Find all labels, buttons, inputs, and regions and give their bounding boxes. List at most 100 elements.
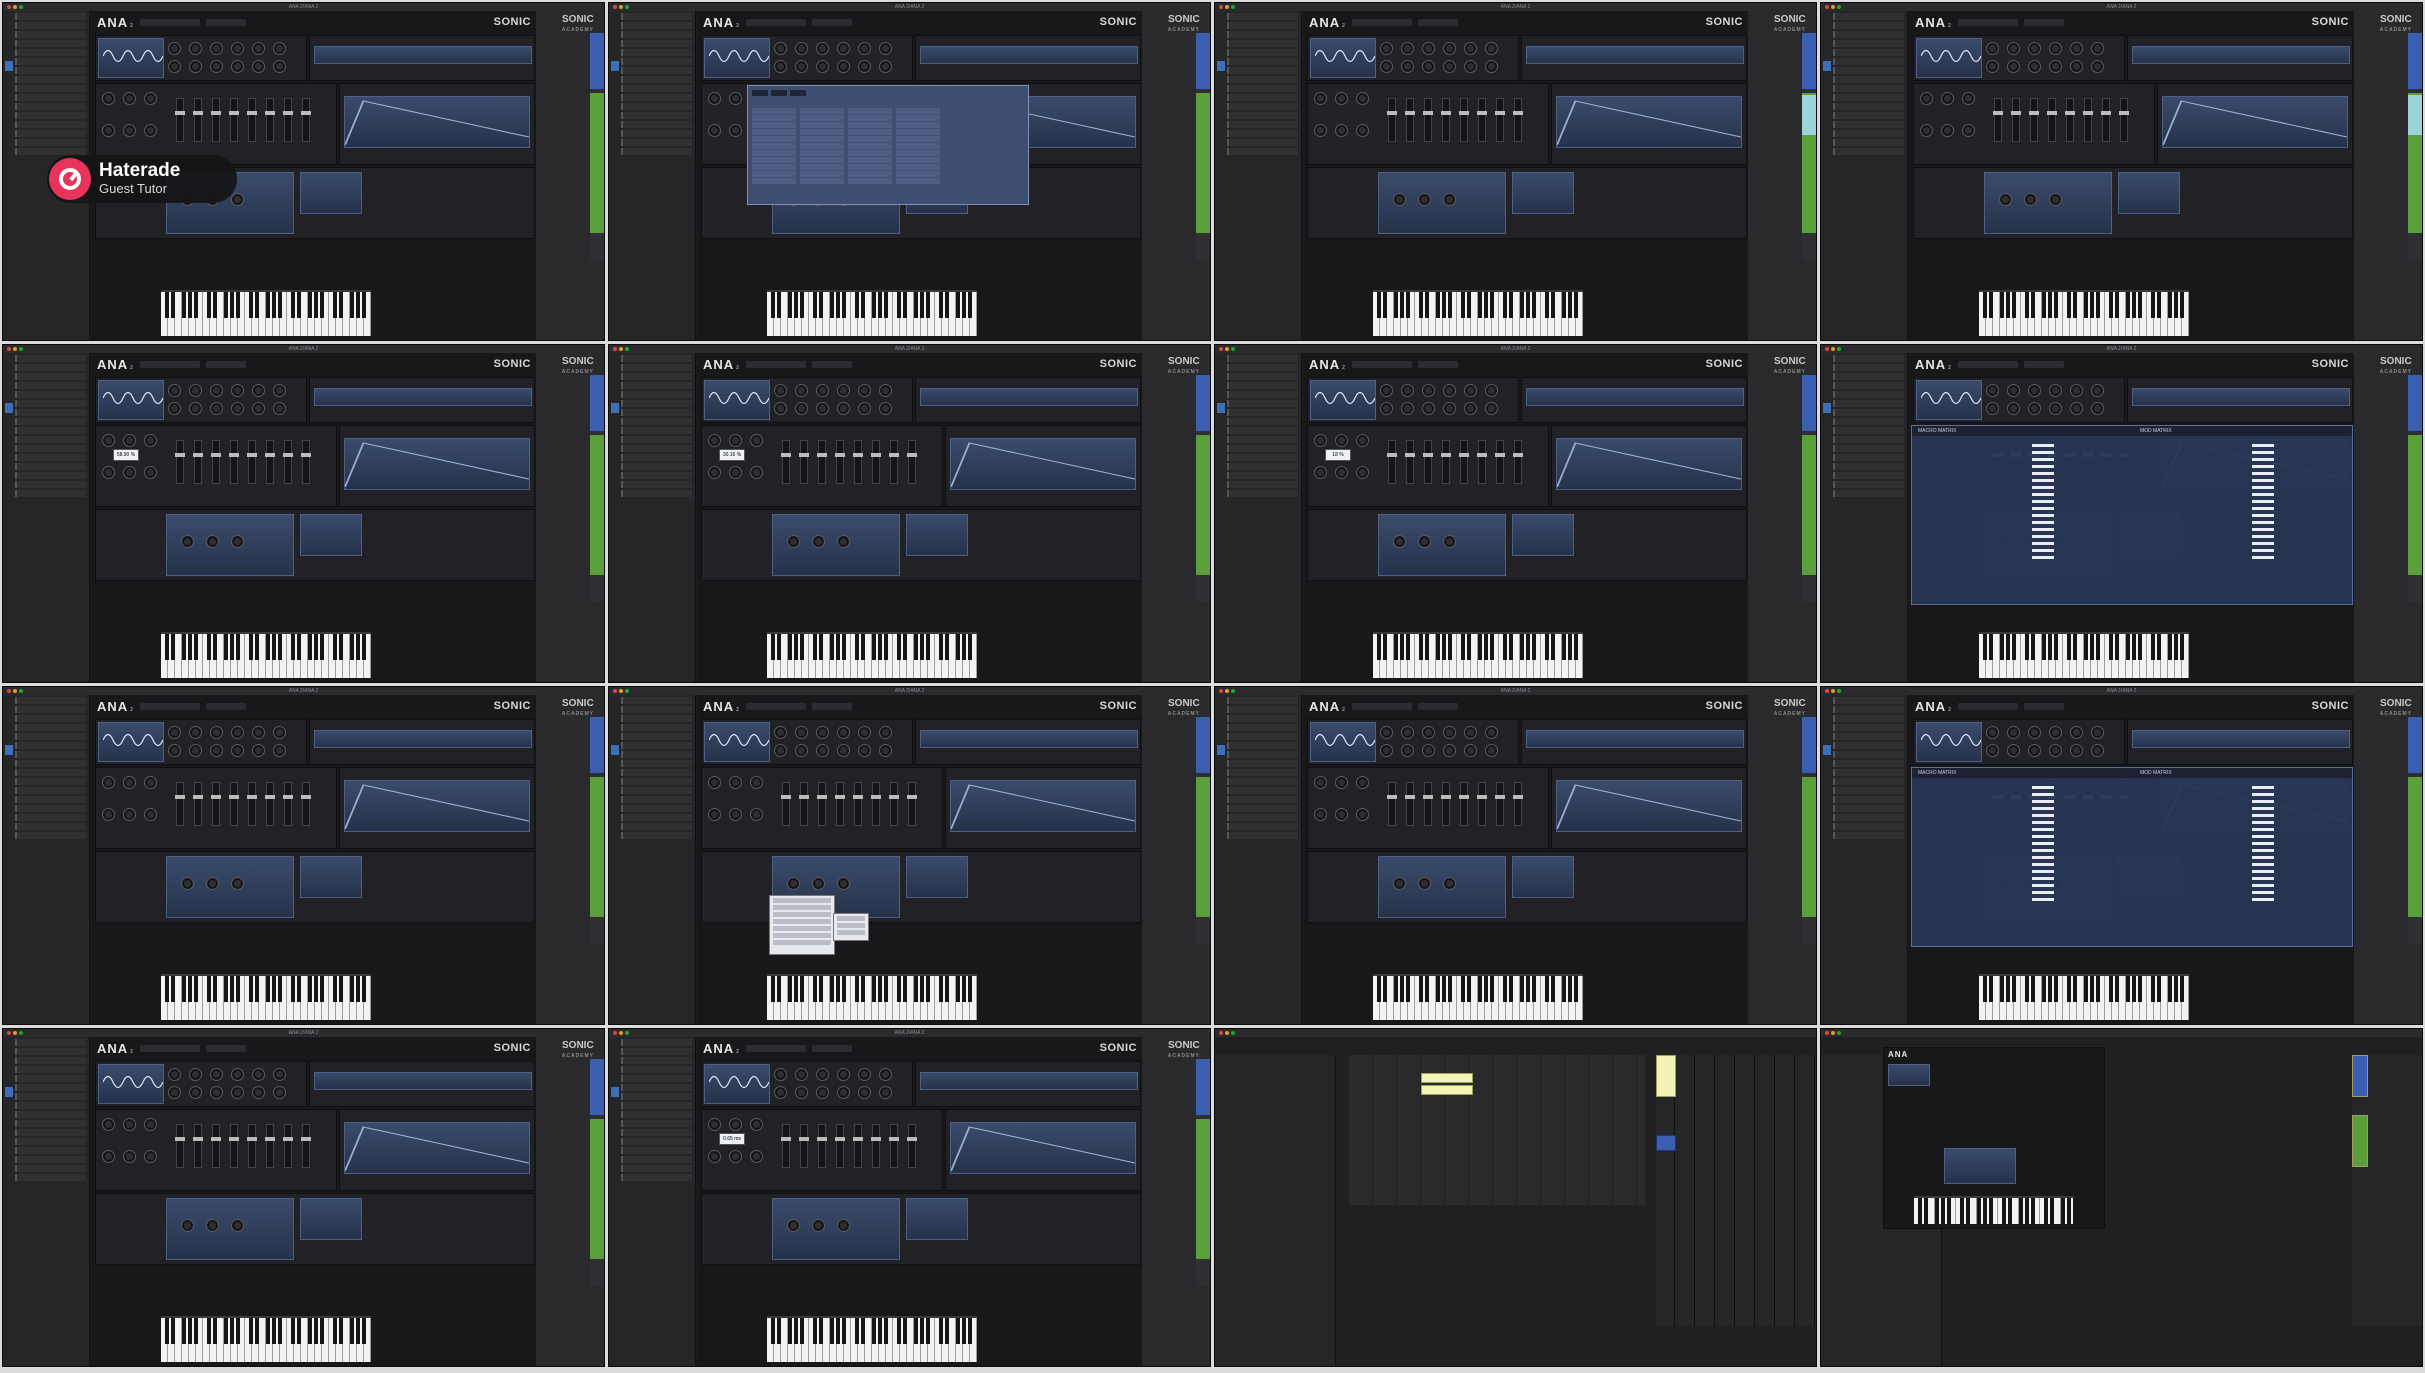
daw-browser-panel[interactable] bbox=[1821, 695, 1908, 1024]
osc-knob[interactable] bbox=[2007, 402, 2020, 415]
osc-knob[interactable] bbox=[858, 1086, 871, 1099]
piano-keyboard[interactable] bbox=[1979, 974, 2189, 1020]
browser-item[interactable] bbox=[621, 724, 692, 731]
filter-knob[interactable] bbox=[102, 776, 115, 789]
fx-knob[interactable] bbox=[812, 535, 825, 548]
fx-knob[interactable] bbox=[231, 535, 244, 548]
env-fader[interactable] bbox=[889, 440, 899, 484]
browser-item[interactable] bbox=[1227, 445, 1298, 452]
daw-browser-panel[interactable] bbox=[1215, 1055, 1336, 1366]
filter-knob[interactable] bbox=[750, 1150, 763, 1163]
env-fader[interactable] bbox=[1513, 440, 1523, 484]
amount-bar[interactable] bbox=[2252, 500, 2274, 503]
browser-item[interactable] bbox=[1227, 400, 1298, 407]
filter-knob[interactable] bbox=[102, 434, 115, 447]
env-fader[interactable] bbox=[265, 98, 275, 142]
track-clip-blue[interactable] bbox=[1196, 33, 1210, 89]
filter-knob[interactable] bbox=[123, 776, 136, 789]
fx-knob[interactable] bbox=[787, 877, 800, 890]
amount-bar[interactable] bbox=[2032, 814, 2054, 817]
browser-item[interactable] bbox=[621, 1174, 692, 1181]
piano-keyboard[interactable] bbox=[767, 632, 977, 678]
env-fader[interactable] bbox=[211, 1124, 221, 1168]
browser-item[interactable] bbox=[1227, 481, 1298, 488]
daw-browser-panel[interactable] bbox=[1215, 695, 1302, 1024]
osc-knob[interactable] bbox=[189, 402, 202, 415]
browser-item[interactable] bbox=[621, 103, 692, 110]
track-clip-blue[interactable] bbox=[1196, 1059, 1210, 1115]
piano-keyboard[interactable] bbox=[161, 632, 371, 678]
effects-display[interactable] bbox=[772, 1198, 900, 1260]
preset-selector[interactable] bbox=[745, 1044, 806, 1052]
filter-knob[interactable] bbox=[144, 92, 157, 105]
effects-display[interactable] bbox=[1944, 1148, 2016, 1184]
browser-item[interactable] bbox=[1227, 769, 1298, 776]
osc-knob[interactable] bbox=[816, 744, 829, 757]
browser-item[interactable] bbox=[621, 796, 692, 803]
browser-item[interactable] bbox=[1833, 796, 1904, 803]
env-fader[interactable] bbox=[1477, 98, 1487, 142]
browser-item[interactable] bbox=[621, 427, 692, 434]
waveform-display[interactable] bbox=[98, 38, 164, 78]
preset-selector[interactable] bbox=[1957, 360, 2018, 368]
env-fader[interactable] bbox=[871, 782, 881, 826]
amount-bar[interactable] bbox=[2252, 444, 2274, 447]
osc-knob[interactable] bbox=[1443, 402, 1456, 415]
menu-item[interactable] bbox=[837, 930, 865, 935]
filter-knob[interactable] bbox=[1335, 776, 1348, 789]
filter-knob[interactable] bbox=[1335, 434, 1348, 447]
browser-item[interactable] bbox=[1227, 409, 1298, 416]
track-clip-green[interactable] bbox=[1196, 435, 1210, 575]
browser-item[interactable] bbox=[621, 130, 692, 137]
browser-item[interactable] bbox=[1833, 355, 1904, 362]
browser-item[interactable] bbox=[15, 724, 86, 731]
osc-knob[interactable] bbox=[816, 402, 829, 415]
browser-item[interactable] bbox=[15, 1039, 86, 1046]
browser-item[interactable] bbox=[1833, 706, 1904, 713]
env-fader[interactable] bbox=[247, 98, 257, 142]
osc-knob[interactable] bbox=[1380, 384, 1393, 397]
osc-knob[interactable] bbox=[2049, 726, 2062, 739]
osc-knob[interactable] bbox=[231, 60, 244, 73]
browser-item[interactable] bbox=[621, 400, 692, 407]
menu-item[interactable] bbox=[837, 916, 865, 921]
env-fader[interactable] bbox=[265, 1124, 275, 1168]
clip-slot[interactable] bbox=[1656, 1055, 1676, 1097]
osc-knob[interactable] bbox=[774, 42, 787, 55]
filter-knob[interactable] bbox=[1314, 808, 1327, 821]
osc-knob[interactable] bbox=[189, 60, 202, 73]
track-clip-blue[interactable] bbox=[2408, 375, 2422, 431]
filter-knob[interactable] bbox=[729, 466, 742, 479]
browser-item[interactable] bbox=[621, 139, 692, 146]
env-fader[interactable] bbox=[229, 440, 239, 484]
envelope-display[interactable] bbox=[344, 96, 530, 148]
osc-knob[interactable] bbox=[837, 384, 850, 397]
daw-browser-panel[interactable] bbox=[1215, 11, 1302, 340]
browser-item[interactable] bbox=[621, 1138, 692, 1145]
filter-knob[interactable] bbox=[708, 466, 721, 479]
preset-list-item[interactable] bbox=[752, 164, 796, 170]
osc-knob[interactable] bbox=[1401, 402, 1414, 415]
browser-item[interactable] bbox=[621, 85, 692, 92]
preset-list-item[interactable] bbox=[752, 150, 796, 156]
browser-item[interactable] bbox=[1227, 121, 1298, 128]
waveform-display[interactable] bbox=[98, 1064, 164, 1104]
filter-knob[interactable] bbox=[123, 434, 136, 447]
fx-knob[interactable] bbox=[1418, 877, 1431, 890]
osc-knob[interactable] bbox=[1401, 384, 1414, 397]
browser-item[interactable] bbox=[1227, 85, 1298, 92]
voice-display[interactable] bbox=[1526, 388, 1744, 406]
preset-list-item[interactable] bbox=[896, 108, 940, 114]
amount-bar[interactable] bbox=[2032, 521, 2054, 524]
amount-bar[interactable] bbox=[2032, 465, 2054, 468]
browser-item[interactable] bbox=[1833, 490, 1904, 497]
browser-item[interactable] bbox=[15, 805, 86, 812]
amount-bar[interactable] bbox=[2252, 465, 2274, 468]
filter-knob[interactable] bbox=[729, 776, 742, 789]
browser-item[interactable] bbox=[15, 472, 86, 479]
track-clip-blue[interactable] bbox=[1196, 375, 1210, 431]
env-fader[interactable] bbox=[2047, 98, 2057, 142]
piano-keyboard[interactable] bbox=[1373, 974, 1583, 1020]
preset-selector[interactable] bbox=[1351, 702, 1412, 710]
osc-knob[interactable] bbox=[231, 384, 244, 397]
